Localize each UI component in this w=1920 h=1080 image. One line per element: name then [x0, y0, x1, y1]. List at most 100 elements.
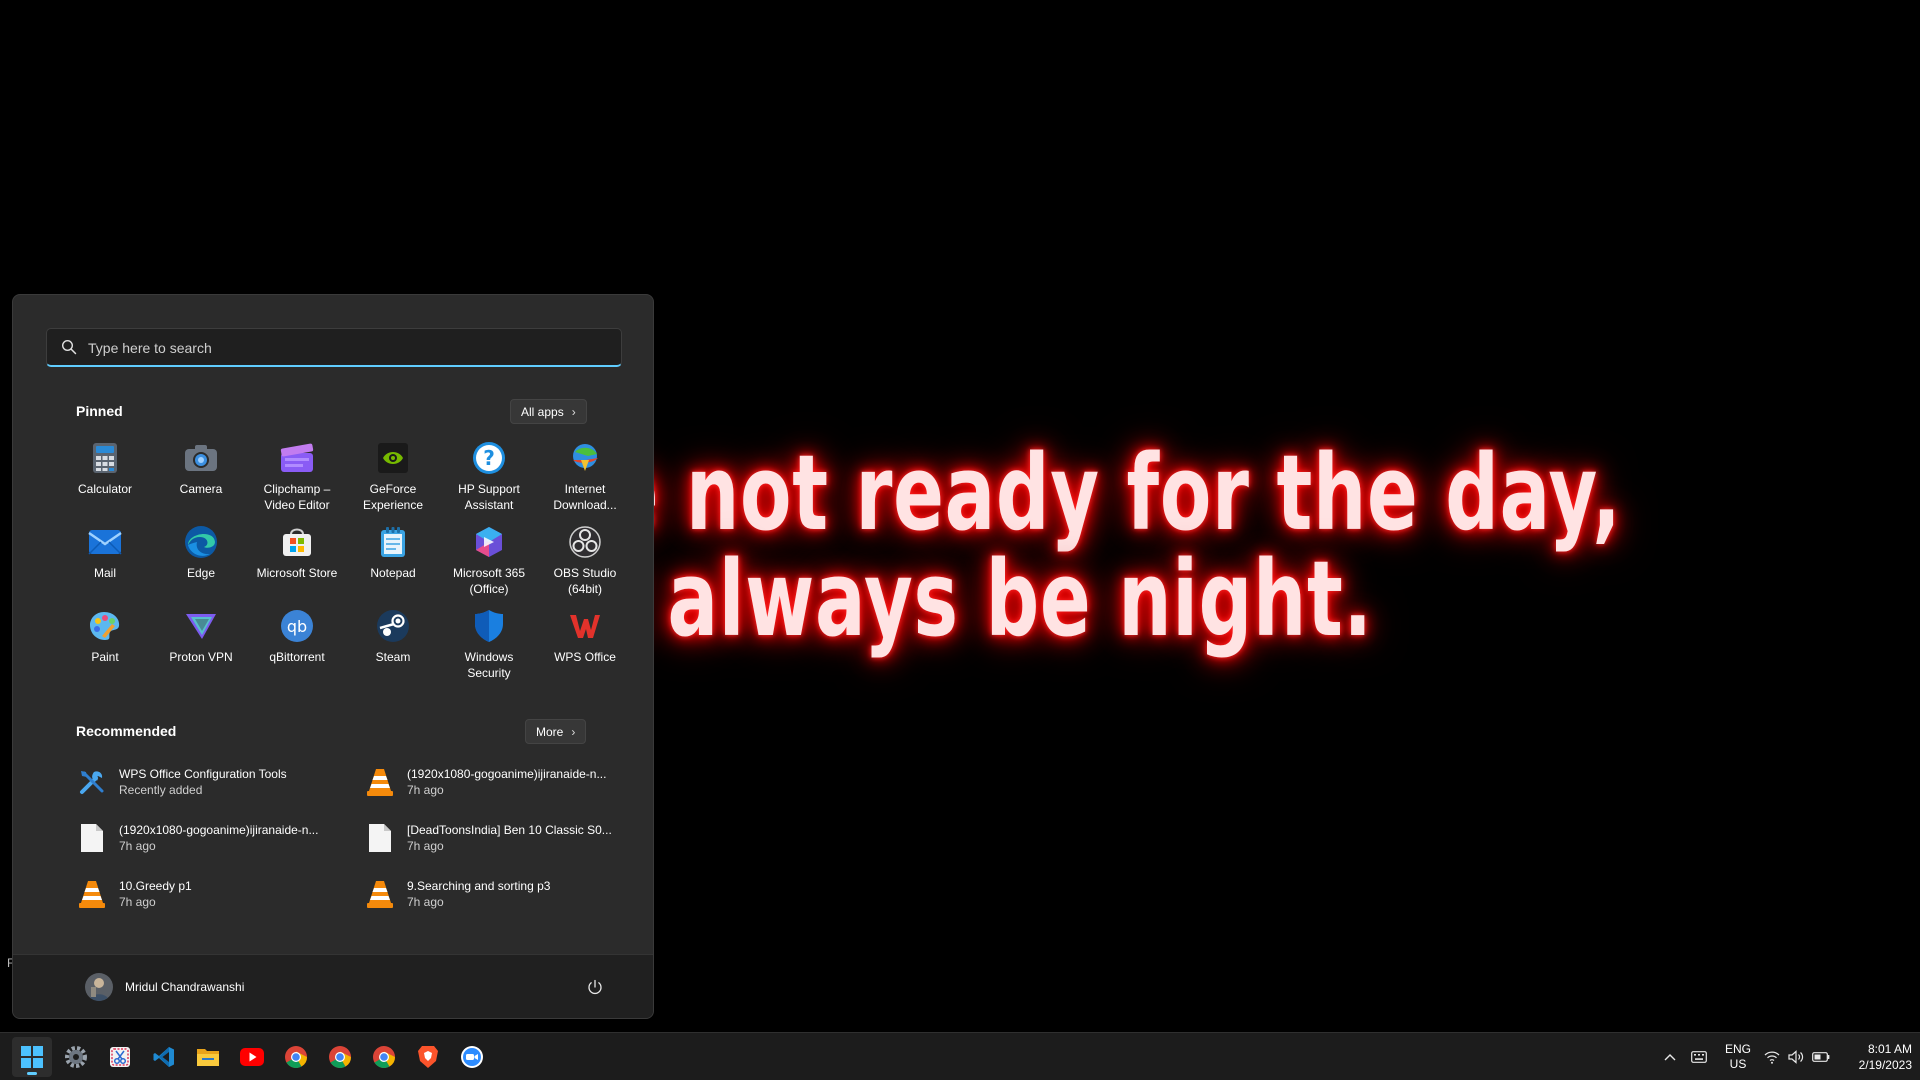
start-button[interactable]	[12, 1037, 52, 1077]
pinned-app-calculator[interactable]: Calculator	[57, 437, 153, 521]
power-button[interactable]	[579, 971, 611, 1003]
pinned-app-wps-office[interactable]: WPS Office	[537, 605, 633, 689]
recommended-item[interactable]: 10.Greedy p1 7h ago	[75, 871, 347, 917]
camera-icon	[184, 441, 218, 475]
pinned-app-internet-download-manager[interactable]: Internet Download...	[537, 437, 633, 521]
shield-icon	[472, 609, 506, 643]
pinned-heading: Pinned	[76, 403, 123, 419]
clipchamp-icon	[280, 441, 314, 475]
vlc-icon	[363, 765, 397, 799]
user-account-button[interactable]: Mridul Chandrawanshi	[77, 969, 252, 1005]
settings-icon	[65, 1046, 87, 1068]
vlc-icon	[363, 877, 397, 911]
clock-time: 8:01 AM	[1867, 1042, 1912, 1056]
input-language-button[interactable]: ENG US	[1720, 1033, 1756, 1080]
chevron-up-icon	[1664, 1054, 1676, 1061]
pinned-app-microsoft-store[interactable]: Microsoft Store	[249, 521, 345, 605]
recommended-item[interactable]: [DeadToonsIndia] Ben 10 Classic S0... 7h…	[363, 815, 635, 861]
search-input[interactable]	[88, 335, 608, 361]
taskbar-settings[interactable]	[56, 1037, 96, 1077]
taskbar-vscode[interactable]	[144, 1037, 184, 1077]
pinned-app-geforce[interactable]: GeForce Experience	[345, 437, 441, 521]
pinned-app-obs-studio[interactable]: OBS Studio (64bit)	[537, 521, 633, 605]
chevron-right-icon: ›	[571, 404, 576, 419]
taskbar-zoom[interactable]	[452, 1037, 492, 1077]
recommended-item-title: [DeadToonsIndia] Ben 10 Classic S0...	[407, 823, 612, 837]
language-code: ENG	[1724, 1042, 1751, 1056]
pinned-app-edge[interactable]: Edge	[153, 521, 249, 605]
recommended-item-title: WPS Office Configuration Tools	[119, 767, 287, 781]
recommended-item-subtitle: 7h ago	[119, 895, 156, 909]
taskbar-brave[interactable]	[408, 1037, 448, 1077]
pinned-app-windows-security[interactable]: Windows Security	[441, 605, 537, 689]
more-label: More	[536, 724, 564, 739]
app-label: Proton VPN	[169, 650, 233, 664]
hp-support-icon: ?	[472, 441, 506, 475]
file-icon	[75, 821, 109, 855]
recommended-item[interactable]: (1920x1080-gogoanime)ijiranaide-n... 7h …	[363, 759, 635, 805]
recommended-item-title: (1920x1080-gogoanime)ijiranaide-n...	[407, 767, 607, 781]
recommended-item[interactable]: 9.Searching and sorting p3 7h ago	[363, 871, 635, 917]
app-label: Mail	[93, 566, 116, 580]
vlc-icon	[75, 877, 109, 911]
app-label: Internet Download...	[553, 482, 617, 512]
recommended-item-subtitle: Recently added	[119, 783, 203, 797]
pinned-app-hp-support[interactable]: ? HP Support Assistant	[441, 437, 537, 521]
recommended-item-title: 9.Searching and sorting p3	[407, 879, 551, 893]
recommended-item[interactable]: (1920x1080-gogoanime)ijiranaide-n... 7h …	[75, 815, 347, 861]
geforce-icon	[376, 441, 410, 475]
recommended-item[interactable]: WPS Office Configuration Tools Recently …	[75, 759, 347, 805]
taskbar-youtube[interactable]	[232, 1037, 272, 1077]
show-hidden-icons-button[interactable]	[1658, 1033, 1682, 1080]
pinned-app-clipchamp[interactable]: Clipchamp – Video Editor	[249, 437, 345, 521]
recommended-item-subtitle: 7h ago	[407, 839, 444, 853]
clock-button[interactable]: 8:01 AM 2/19/2023	[1838, 1033, 1912, 1080]
svg-text:?: ?	[483, 446, 495, 470]
more-button[interactable]: More ›	[525, 719, 587, 744]
idm-icon	[568, 441, 602, 475]
pinned-app-notepad[interactable]: Notepad	[345, 521, 441, 605]
recommended-item-title: 10.Greedy p1	[119, 879, 192, 893]
file-explorer-icon	[197, 1049, 219, 1066]
windows-logo-icon	[21, 1046, 43, 1068]
taskbar-file-explorer[interactable]	[188, 1037, 228, 1077]
app-label: Steam	[375, 650, 411, 664]
calculator-icon	[88, 441, 122, 475]
app-label: Camera	[179, 482, 223, 496]
app-label: Notepad	[370, 566, 416, 580]
recommended-item-subtitle: 7h ago	[407, 895, 444, 909]
chrome-icon	[329, 1046, 351, 1068]
app-label: Windows Security	[464, 650, 514, 680]
pinned-app-camera[interactable]: Camera	[153, 437, 249, 521]
app-label: Clipchamp – Video Editor	[263, 482, 331, 512]
touch-keyboard-button[interactable]	[1684, 1033, 1714, 1080]
wifi-icon	[1764, 1051, 1780, 1064]
keyboard-icon	[1691, 1051, 1707, 1063]
obs-icon	[568, 525, 602, 559]
mail-icon	[88, 525, 122, 559]
pinned-app-qbittorrent[interactable]: qb qBittorrent	[249, 605, 345, 689]
taskbar-snipping-tool[interactable]	[100, 1037, 140, 1077]
quick-settings-button[interactable]	[1762, 1033, 1832, 1080]
taskbar-chrome[interactable]	[276, 1037, 316, 1077]
search-box[interactable]	[46, 328, 622, 367]
app-label: Calculator	[77, 482, 133, 496]
taskbar-chrome-profile-2[interactable]	[320, 1037, 360, 1077]
power-icon	[588, 979, 602, 995]
pinned-app-microsoft-365[interactable]: Microsoft 365 (Office)	[441, 521, 537, 605]
pinned-app-paint[interactable]: Paint	[57, 605, 153, 689]
app-label: qBittorrent	[269, 650, 325, 664]
svg-text:qb: qb	[287, 617, 307, 636]
recommended-item-subtitle: 7h ago	[119, 839, 156, 853]
youtube-icon	[240, 1048, 264, 1066]
pinned-app-proton-vpn[interactable]: Proton VPN	[153, 605, 249, 689]
recommended-item-title: (1920x1080-gogoanime)ijiranaide-n...	[119, 823, 319, 837]
edge-icon	[184, 525, 218, 559]
app-label: Edge	[186, 566, 216, 580]
steam-icon	[376, 609, 410, 643]
all-apps-button[interactable]: All apps ›	[510, 399, 587, 424]
volume-icon	[1788, 1050, 1804, 1064]
pinned-app-steam[interactable]: Steam	[345, 605, 441, 689]
pinned-app-mail[interactable]: Mail	[57, 521, 153, 605]
taskbar-chrome-profile-3[interactable]	[364, 1037, 404, 1077]
